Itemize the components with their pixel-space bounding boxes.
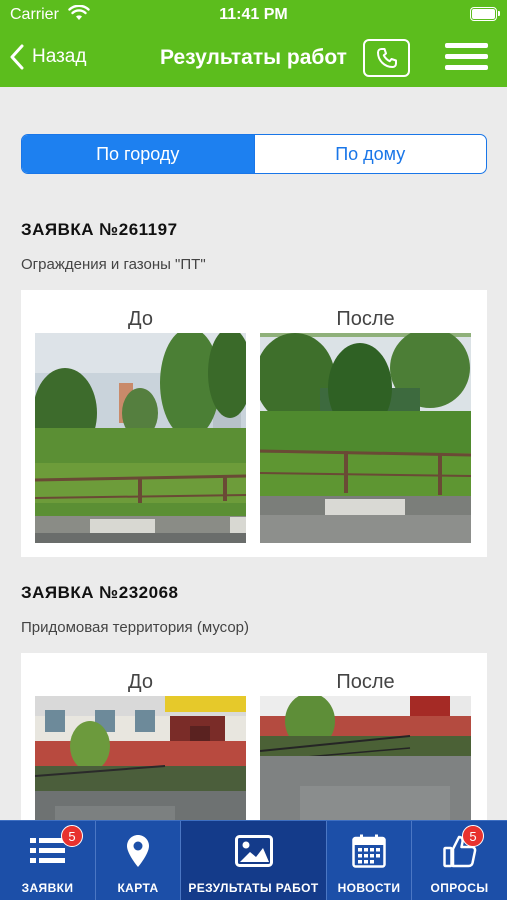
before-label: До [128, 308, 153, 330]
scope-segmented-control: По городу По дому [21, 134, 487, 174]
phone-icon [376, 48, 397, 68]
tab-label: ОПРОСЫ [430, 881, 489, 895]
battery-icon [470, 7, 500, 21]
menu-icon[interactable] [445, 43, 488, 71]
tab-work-results[interactable]: РЕЗУЛЬТАТЫ РАБОТ [181, 821, 327, 900]
segment-by-house[interactable]: По дому [253, 135, 487, 173]
tab-requests[interactable]: 5 ЗАЯВКИ [0, 821, 96, 900]
after-label: После [336, 308, 395, 330]
back-button[interactable]: Назад [10, 44, 86, 70]
request-category: Ограждения и газоны "ПТ" [21, 256, 206, 273]
segment-by-city[interactable]: По городу [22, 135, 254, 173]
header-bar: Carrier 11:41 PM Назад Результаты работ [0, 0, 507, 87]
status-bar: Carrier 11:41 PM [0, 0, 507, 30]
before-label: До [128, 671, 153, 693]
requests-badge: 5 [61, 825, 83, 847]
chevron-left-icon [10, 44, 24, 70]
map-pin-icon [127, 835, 149, 867]
tab-label: КАРТА [117, 881, 159, 895]
request-title: ЗАЯВКА №232068 [21, 583, 179, 602]
bottom-tab-bar: 5 ЗАЯВКИ КАРТА РЕЗУЛЬТАТЫ РАБОТ НОВОСТИ … [0, 820, 507, 900]
tab-polls[interactable]: 5 ОПРОСЫ [412, 821, 507, 900]
tab-map[interactable]: КАРТА [96, 821, 181, 900]
tab-news[interactable]: НОВОСТИ [327, 821, 412, 900]
request-title: ЗАЯВКА №261197 [21, 220, 178, 239]
back-label: Назад [32, 46, 87, 67]
after-photo[interactable] [260, 333, 471, 543]
before-photo[interactable] [35, 333, 246, 543]
request-category: Придомовая территория (мусор) [21, 619, 250, 636]
before-after-card: До После [21, 290, 487, 557]
image-icon [234, 835, 273, 867]
after-label: После [336, 671, 395, 693]
tab-label: ЗАЯВКИ [21, 881, 74, 895]
call-button[interactable] [363, 39, 410, 77]
polls-badge: 5 [462, 825, 484, 847]
tab-label: НОВОСТИ [337, 881, 401, 895]
page-title: Результаты работ [160, 46, 347, 69]
tab-label: РЕЗУЛЬТАТЫ РАБОТ [188, 881, 319, 895]
clock-label: 11:41 PM [219, 6, 288, 23]
calendar-icon [352, 834, 386, 868]
